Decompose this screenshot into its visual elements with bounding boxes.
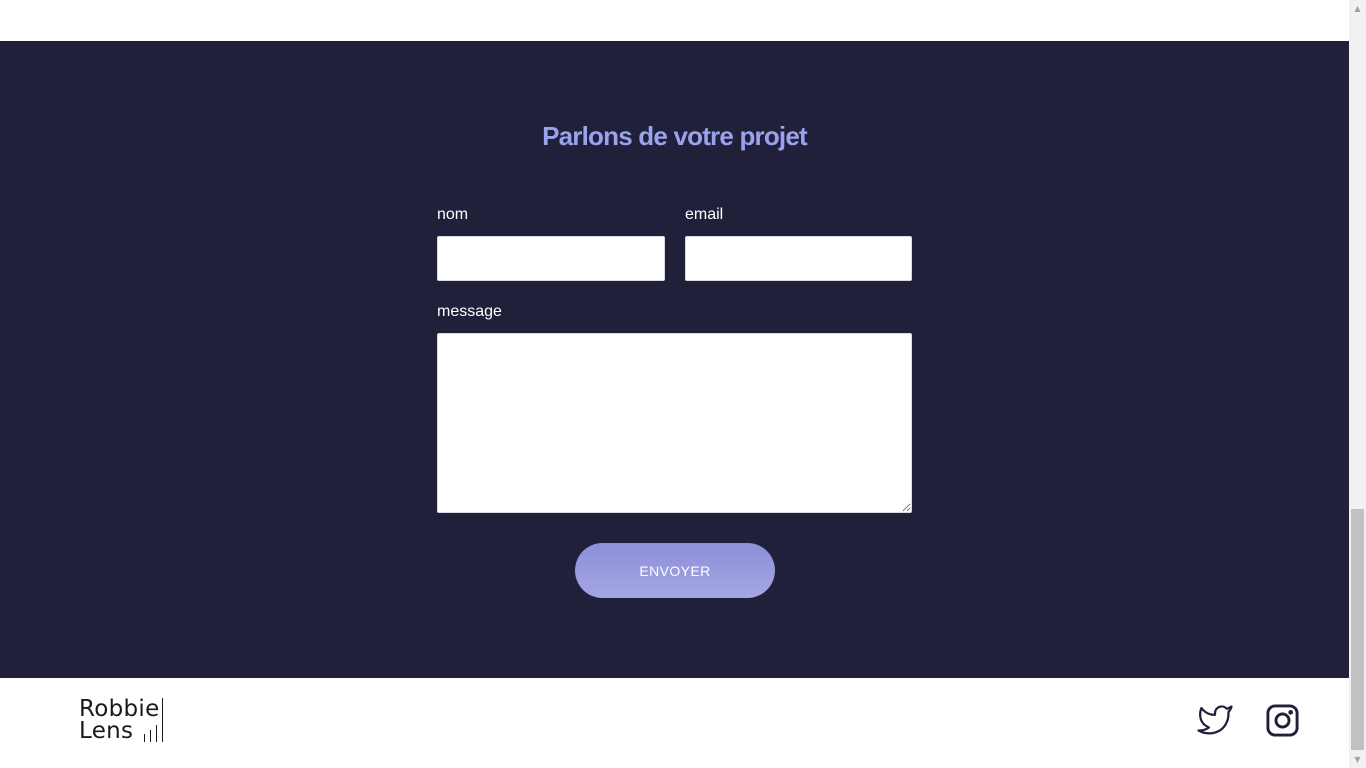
previous-section-edge (0, 0, 1349, 41)
contact-section: Parlons de votre projet nom email messag… (0, 41, 1349, 678)
logo-text-line2: Lens (79, 718, 134, 744)
contact-title: Parlons de votre projet (542, 121, 808, 151)
footer: Robbie Lens (0, 678, 1349, 768)
logo-bar (156, 725, 157, 742)
name-input[interactable] (437, 236, 665, 281)
logo-bar (150, 730, 151, 742)
scroll-up-arrow-icon[interactable]: ▲ (1349, 0, 1366, 17)
scroll-thumb[interactable] (1351, 509, 1364, 750)
logo-bar (144, 734, 145, 742)
email-label: email (685, 206, 724, 223)
twitter-icon (1195, 702, 1235, 738)
instagram-icon (1265, 703, 1300, 738)
name-label: nom (437, 206, 469, 223)
scrollbar[interactable]: ▲ ▼ (1349, 0, 1366, 768)
logo[interactable]: Robbie Lens (79, 698, 169, 744)
message-label: message (437, 303, 502, 320)
submit-button[interactable]: ENVOYER (575, 543, 775, 598)
scroll-down-arrow-icon[interactable]: ▼ (1349, 751, 1366, 768)
email-input[interactable] (685, 236, 912, 281)
message-textarea[interactable] (437, 333, 912, 513)
logo-bar (162, 698, 163, 742)
twitter-link[interactable] (1195, 702, 1235, 738)
instagram-link[interactable] (1265, 703, 1300, 738)
page: Parlons de votre projet nom email messag… (0, 0, 1366, 768)
